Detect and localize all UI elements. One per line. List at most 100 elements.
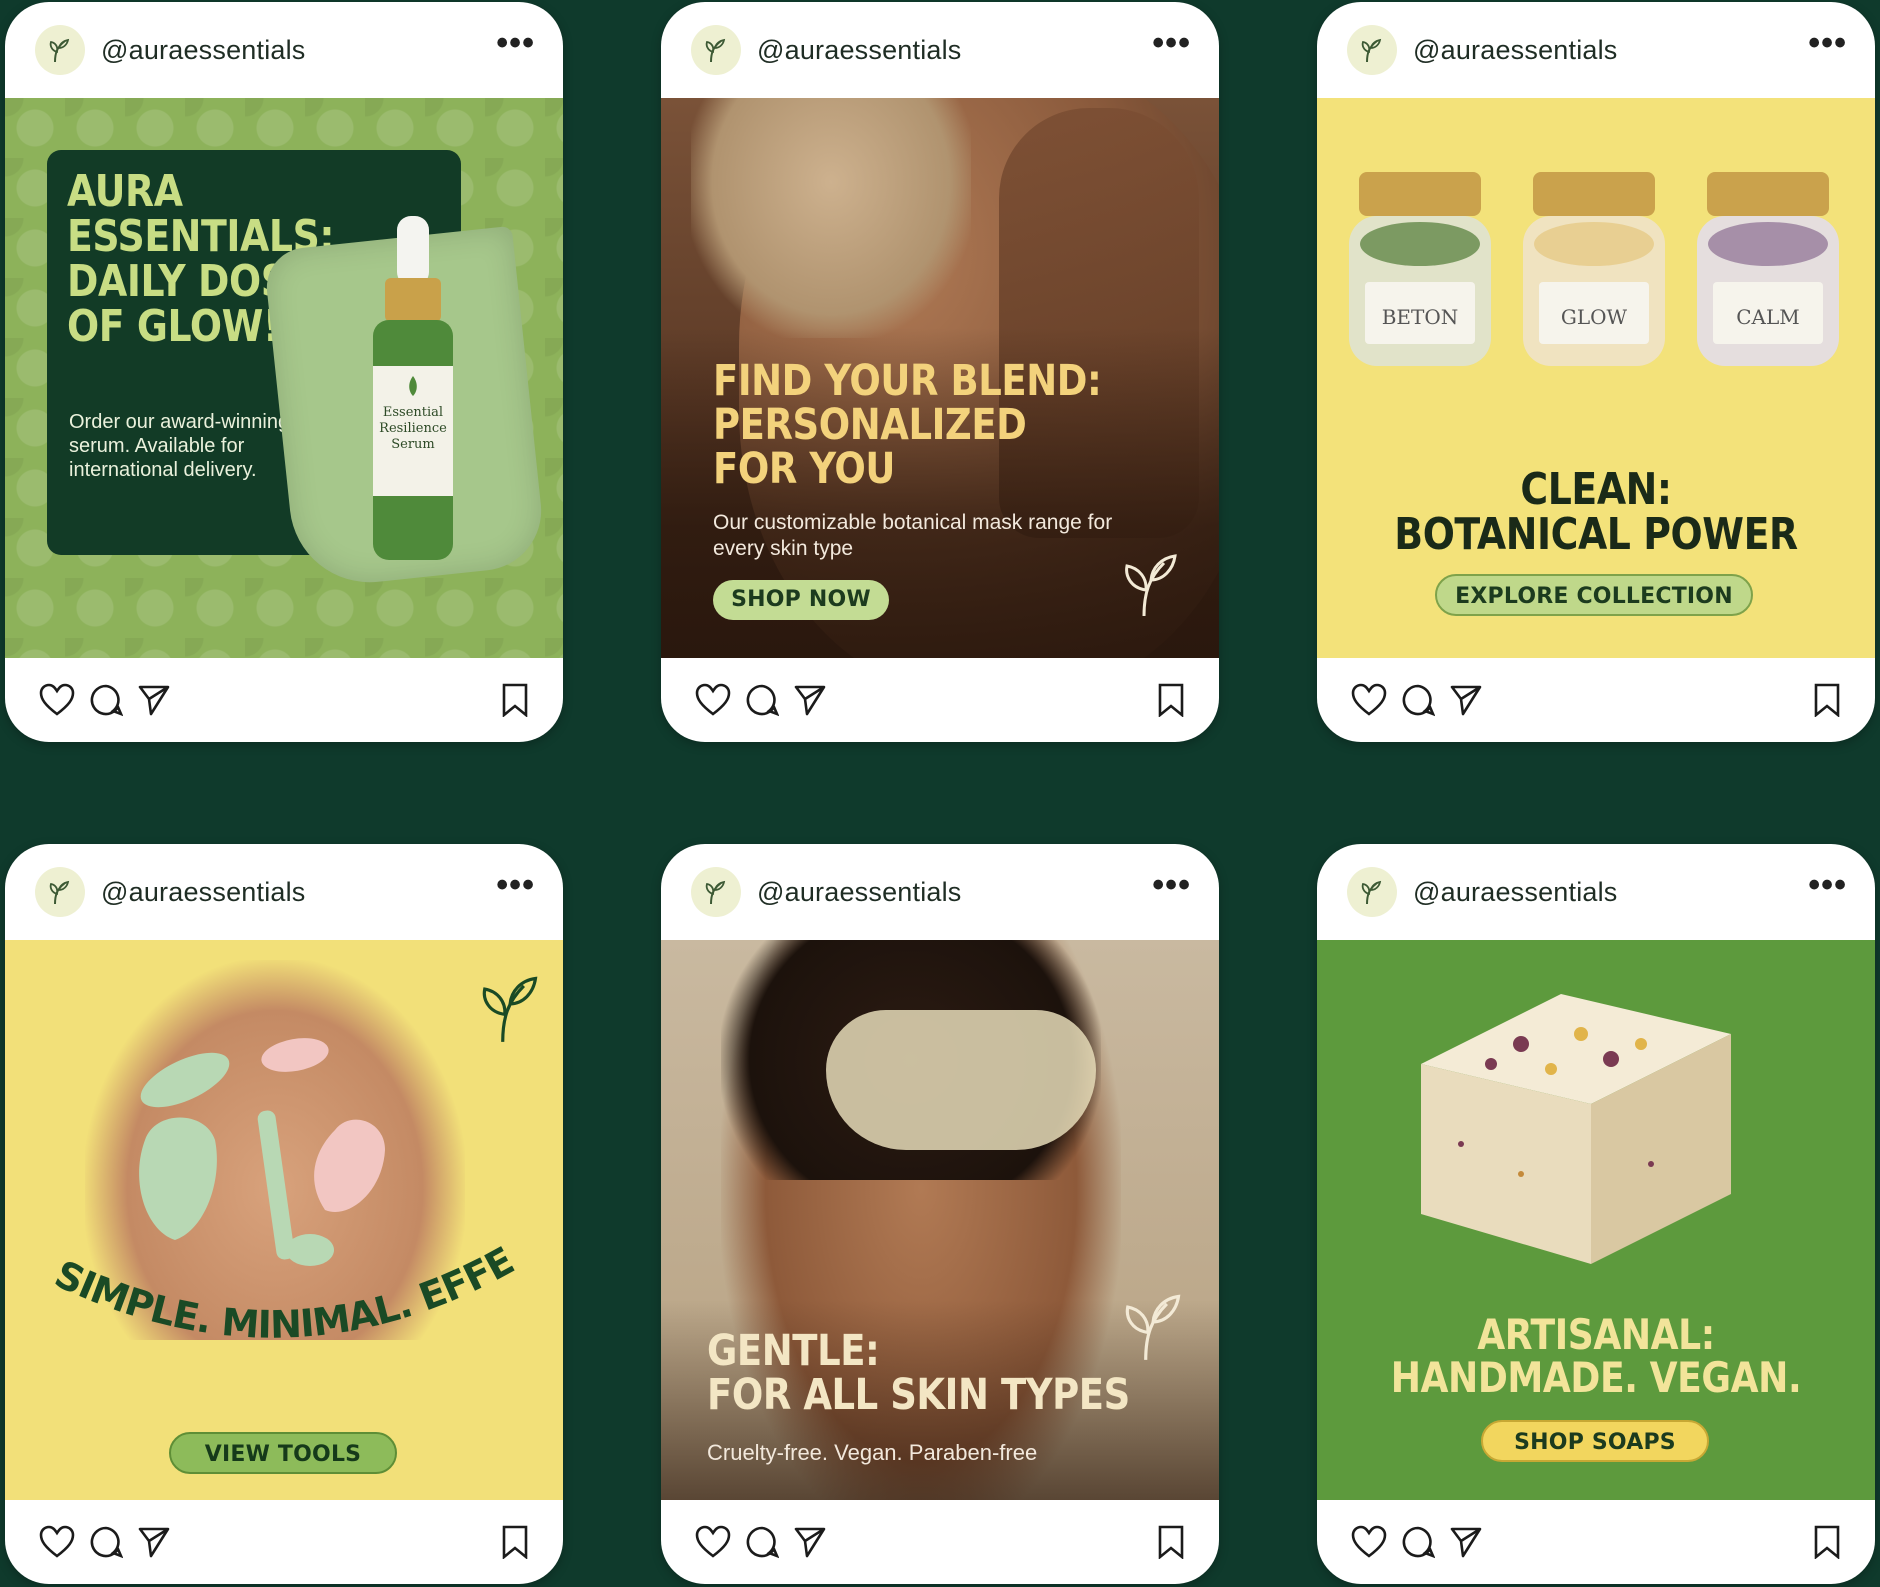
jar-label: BETON xyxy=(1382,305,1459,329)
post-card-2: @auraessentials ••• FIND YOUR BLEND: PER… xyxy=(661,2,1219,742)
post-header: @auraessentials ••• xyxy=(5,2,563,98)
bookmark-icon[interactable] xyxy=(1157,1525,1185,1559)
send-icon[interactable] xyxy=(1449,683,1483,717)
comment-icon[interactable] xyxy=(89,683,123,717)
jar-label: GLOW xyxy=(1561,305,1628,329)
more-options-icon[interactable]: ••• xyxy=(1808,868,1847,902)
shop-soaps-button[interactable]: SHOP SOAPS xyxy=(1481,1420,1709,1462)
shop-now-button[interactable]: SHOP NOW xyxy=(713,580,889,620)
post-image: BETON GLOW CALM CLEAN: BOTANICAL POWER E… xyxy=(1317,98,1875,658)
avatar[interactable] xyxy=(35,25,85,75)
heart-icon[interactable] xyxy=(39,1525,75,1559)
post-header: @auraessentials ••• xyxy=(1317,844,1875,940)
bookmark-icon[interactable] xyxy=(1813,1525,1841,1559)
post-actions xyxy=(5,1500,563,1584)
jar-label: CALM xyxy=(1736,305,1800,329)
post-header: @auraessentials ••• xyxy=(1317,2,1875,98)
botanical-eye-mask xyxy=(826,1010,1096,1150)
post-header: @auraessentials ••• xyxy=(5,844,563,940)
post-headline: AURA: SIMPLE. MINIMAL. EFFECTIVE. xyxy=(5,940,521,1347)
post-subtext: Cruelty-free. Vegan. Paraben-free xyxy=(707,1440,1038,1465)
leaf-icon xyxy=(705,880,726,905)
svg-text:Resilience: Resilience xyxy=(379,421,447,436)
post-header: @auraessentials ••• xyxy=(661,844,1219,940)
more-options-icon[interactable]: ••• xyxy=(1152,26,1191,60)
send-icon[interactable] xyxy=(137,1525,171,1559)
bookmark-icon[interactable] xyxy=(501,683,529,717)
heart-icon[interactable] xyxy=(1351,683,1387,717)
send-icon[interactable] xyxy=(137,683,171,717)
bookmark-icon[interactable] xyxy=(1813,683,1841,717)
post-card-6: @auraessentials ••• ARTISANAL: HANDMADE.… xyxy=(1317,844,1875,1584)
account-handle[interactable]: @auraessentials xyxy=(1413,877,1808,908)
post-actions xyxy=(5,658,563,742)
send-icon[interactable] xyxy=(793,1525,827,1559)
leaf-icon xyxy=(482,976,538,1042)
jar-beton: BETON xyxy=(1349,172,1491,366)
account-handle[interactable]: @auraessentials xyxy=(757,35,1152,66)
bookmark-icon[interactable] xyxy=(501,1525,529,1559)
view-tools-button[interactable]: VIEW TOOLS xyxy=(169,1432,397,1474)
heart-icon[interactable] xyxy=(695,1525,731,1559)
post-headline: CLEAN: BOTANICAL POWER xyxy=(1394,464,1798,560)
svg-text:AURA: SIMPLE. MINIMAL. EFFECTI: AURA: SIMPLE. MINIMAL. EFFECTIVE. xyxy=(5,940,520,1347)
soap-bar-image xyxy=(1421,994,1731,1264)
leaf-icon xyxy=(49,38,70,63)
comment-icon[interactable] xyxy=(1401,1525,1435,1559)
comment-icon[interactable] xyxy=(745,683,779,717)
heart-icon[interactable] xyxy=(1351,1525,1387,1559)
leaf-icon xyxy=(1361,38,1382,63)
heart-icon[interactable] xyxy=(695,683,731,717)
send-icon[interactable] xyxy=(793,683,827,717)
leaf-icon xyxy=(1361,880,1382,905)
account-handle[interactable]: @auraessentials xyxy=(101,877,496,908)
heart-icon[interactable] xyxy=(39,683,75,717)
post-image: ARTISANAL: HANDMADE. VEGAN. SHOP SOAPS xyxy=(1317,940,1875,1500)
avatar[interactable] xyxy=(35,867,85,917)
post-image: AURA: SIMPLE. MINIMAL. EFFECTIVE. VIEW T… xyxy=(5,940,563,1500)
serum-bottle-image: Essential Resilience Serum xyxy=(373,216,453,560)
post-grid: @auraessentials ••• AURA ESSENTIALS: DAI… xyxy=(5,2,1875,1584)
post-image: AURA ESSENTIALS: DAILY DOSE OF GLOW! Ord… xyxy=(5,98,563,658)
more-options-icon[interactable]: ••• xyxy=(1808,26,1847,60)
account-handle[interactable]: @auraessentials xyxy=(101,35,496,66)
svg-text:Serum: Serum xyxy=(391,437,435,452)
avatar[interactable] xyxy=(1347,867,1397,917)
post-card-5: @auraessentials ••• GENTLE: FOR ALL SKIN… xyxy=(661,844,1219,1584)
post-card-3: @auraessentials ••• BETON GLOW CALM CLEA… xyxy=(1317,2,1875,742)
more-options-icon[interactable]: ••• xyxy=(1152,868,1191,902)
comment-icon[interactable] xyxy=(745,1525,779,1559)
avatar[interactable] xyxy=(691,25,741,75)
avatar[interactable] xyxy=(691,867,741,917)
avatar[interactable] xyxy=(1347,25,1397,75)
post-card-1: @auraessentials ••• AURA ESSENTIALS: DAI… xyxy=(5,2,563,742)
bottle-label: Essential xyxy=(383,405,443,420)
leaf-icon xyxy=(1125,554,1177,617)
more-options-icon[interactable]: ••• xyxy=(496,868,535,902)
leaf-icon xyxy=(49,880,70,905)
bookmark-icon[interactable] xyxy=(1157,683,1185,717)
post-card-4: @auraessentials ••• AURA: SIMPLE. MINIMA… xyxy=(5,844,563,1584)
account-handle[interactable]: @auraessentials xyxy=(1413,35,1808,66)
post-image: GENTLE: FOR ALL SKIN TYPES Cruelty-free.… xyxy=(661,940,1219,1500)
post-actions xyxy=(661,1500,1219,1584)
more-options-icon[interactable]: ••• xyxy=(496,26,535,60)
jar-glow: GLOW xyxy=(1523,172,1665,366)
post-image: FIND YOUR BLEND: PERSONALIZED FOR YOU Ou… xyxy=(661,98,1219,658)
jar-calm: CALM xyxy=(1697,172,1839,366)
post-header: @auraessentials ••• xyxy=(661,2,1219,98)
send-icon[interactable] xyxy=(1449,1525,1483,1559)
clay-mask xyxy=(691,98,971,338)
post-actions xyxy=(661,658,1219,742)
post-subtext: Our customizable botanical mask range fo… xyxy=(713,511,1113,560)
post-headline: GENTLE: FOR ALL SKIN TYPES xyxy=(707,1326,1130,1420)
post-actions xyxy=(1317,658,1875,742)
post-headline: FIND YOUR BLEND: PERSONALIZED FOR YOU xyxy=(713,356,1102,494)
comment-icon[interactable] xyxy=(89,1525,123,1559)
account-handle[interactable]: @auraessentials xyxy=(757,877,1152,908)
leaf-icon xyxy=(705,38,726,63)
explore-collection-button[interactable]: EXPLORE COLLECTION xyxy=(1435,574,1753,616)
post-headline: ARTISANAL: HANDMADE. VEGAN. xyxy=(1390,1310,1802,1402)
post-actions xyxy=(1317,1500,1875,1584)
comment-icon[interactable] xyxy=(1401,683,1435,717)
